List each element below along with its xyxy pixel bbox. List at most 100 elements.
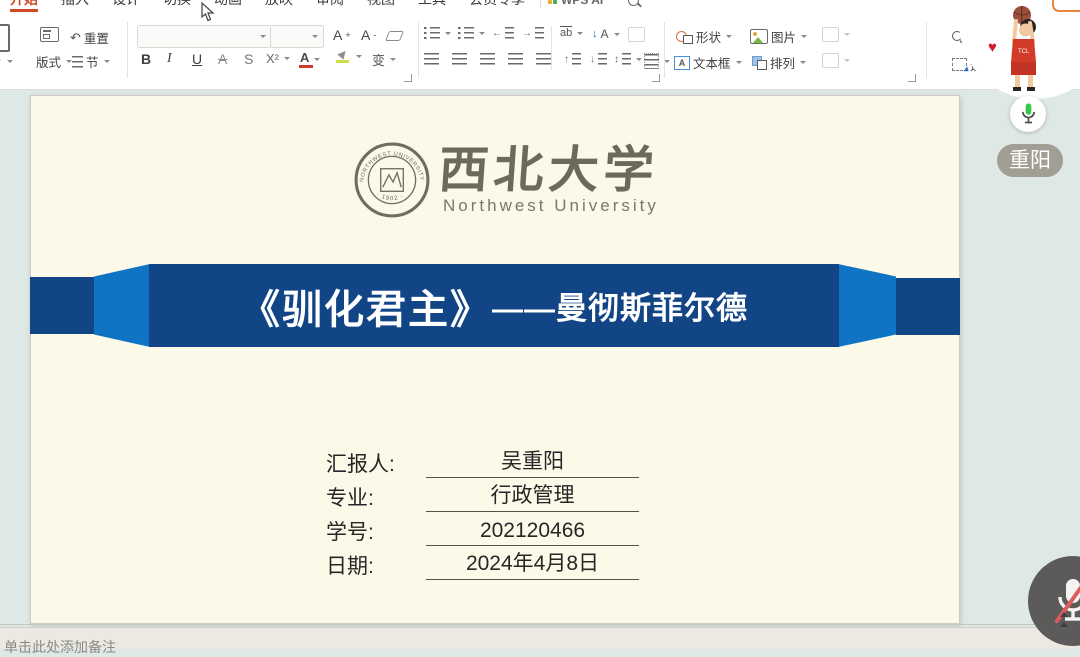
microphone-button[interactable]	[1010, 96, 1046, 132]
picture-button[interactable]: 图片	[750, 27, 807, 46]
group-divider	[418, 22, 419, 78]
distribute-button[interactable]	[536, 53, 551, 65]
info-label: 汇报人:	[326, 448, 426, 478]
slide-layout-icon[interactable]	[40, 27, 59, 42]
notes-splitter[interactable]	[0, 624, 1080, 625]
decrease-indent-button[interactable]: ←	[492, 27, 514, 39]
highlight-button[interactable]	[336, 50, 362, 63]
info-value: 2024年4月8日	[426, 547, 639, 580]
increase-font-button[interactable]: A+	[333, 27, 351, 43]
title-banner[interactable]: 《驯化君主》 ——曼彻斯菲尔德	[149, 264, 839, 347]
wps-ai-label: WPS AI	[561, 0, 603, 7]
textbox-button[interactable]: A 文本框	[674, 53, 742, 72]
search-icon[interactable]	[628, 0, 639, 6]
paragraph-layout-button[interactable]	[644, 53, 670, 69]
eraser-icon	[385, 31, 404, 41]
strikethrough-button[interactable]: A	[218, 51, 227, 67]
align-left-button[interactable]	[424, 53, 439, 65]
convert-diagram-button[interactable]	[628, 27, 645, 42]
section-icon	[72, 56, 83, 68]
justify-button[interactable]	[508, 53, 523, 65]
bold-button[interactable]: B	[141, 51, 151, 67]
align-right-button[interactable]	[480, 53, 495, 65]
decrease-font-button[interactable]: A-	[361, 27, 376, 43]
info-row: 学号: 202120466	[326, 512, 639, 546]
italic-button[interactable]: I	[167, 51, 172, 67]
wps-ai-button[interactable]: WPS AI	[548, 0, 603, 9]
font-color-button[interactable]: A	[300, 50, 320, 68]
font-dialog-launcher[interactable]	[404, 74, 412, 82]
text-direction-button[interactable]: ↓ A	[592, 27, 620, 41]
insert-disabled-button-1	[822, 27, 850, 42]
section-button[interactable]: 节	[72, 52, 110, 71]
slide-canvas[interactable]: NORTHWEST UNIVERSITY · XI AN · CHINA · 1…	[30, 95, 960, 624]
shapes-button[interactable]: 形状	[676, 27, 732, 46]
picture-label: 图片	[771, 27, 796, 46]
text-shadow-button[interactable]: S	[244, 51, 253, 67]
align-right-icon	[480, 53, 495, 65]
new-slide-icon[interactable]	[0, 24, 10, 52]
banner-left-tail	[30, 277, 95, 334]
collapse-chevron-icon[interactable]	[1060, 612, 1068, 617]
superscript-button[interactable]: X²	[266, 51, 290, 66]
collapse-chevron-icon[interactable]	[1060, 622, 1068, 627]
participant-avatar: ♥ TCL	[986, 4, 1052, 94]
line-spacing-button[interactable]: ↕	[614, 53, 642, 65]
bullets-button[interactable]	[424, 27, 451, 39]
banner-right-tail	[896, 278, 960, 335]
text-effects-button[interactable]: 变	[372, 50, 396, 69]
tab-insert[interactable]: 插入	[61, 0, 89, 9]
tab-home[interactable]: 开始	[10, 0, 38, 12]
new-slide-glyph	[0, 24, 10, 52]
svg-text:TCL: TCL	[1018, 49, 1030, 55]
presenter-info-block[interactable]: 汇报人: 吴重阳 专业: 行政管理 学号: 202120466 日期: 2024…	[326, 444, 639, 580]
tab-transitions[interactable]: 切换	[163, 0, 191, 9]
ribbon-header: 开始 插入 设计 切换 动画 放映 审阅 视图 工具 会员专享 WPS AI 幻…	[0, 0, 1080, 90]
tab-slideshow[interactable]: 放映	[265, 0, 293, 9]
align-center-button[interactable]	[452, 53, 467, 65]
corner-cut-button[interactable]	[1052, 0, 1080, 12]
font-size-select[interactable]	[270, 25, 324, 48]
font-name-select[interactable]	[137, 25, 272, 48]
notes-pane[interactable]: 单击此处添加备注	[0, 627, 1080, 649]
university-seal-logo: NORTHWEST UNIVERSITY · XI AN · CHINA · 1…	[353, 141, 431, 219]
increase-spacing-button[interactable]: ↑	[564, 53, 581, 65]
participant-name-badge: 重阳	[997, 144, 1063, 177]
ribbon-tab-bar: 开始 插入 设计 切换 动画 放映 审阅 视图 工具 会员专享	[10, 0, 525, 12]
banner-left-fold	[94, 264, 150, 347]
text-effects-icon: 变	[372, 50, 385, 69]
group-divider	[664, 22, 665, 78]
tab-design[interactable]: 设计	[112, 0, 140, 9]
tab-member[interactable]: 会员专享	[469, 0, 525, 9]
tab-view[interactable]: 视图	[367, 0, 395, 9]
sub-divider	[551, 26, 552, 70]
numbering-button[interactable]	[458, 27, 485, 39]
ab-icon: ab	[560, 27, 572, 39]
university-name-cn: 西北大学	[436, 130, 661, 202]
info-row: 汇报人: 吴重阳	[326, 444, 639, 478]
shapes-icon	[676, 30, 693, 44]
info-label: 学号:	[326, 516, 426, 546]
disabled-insert-icon	[822, 53, 839, 68]
paragraph-layout-icon	[644, 53, 659, 69]
group-divider	[926, 22, 927, 78]
svg-text:♥: ♥	[988, 39, 997, 56]
layout-button[interactable]: 版式	[36, 52, 72, 71]
character-border-button[interactable]: ab	[560, 27, 583, 39]
clear-format-button[interactable]	[387, 31, 402, 41]
reset-label: 重置	[84, 28, 109, 47]
tab-review[interactable]: 审阅	[316, 0, 344, 9]
microphone-icon	[1020, 102, 1037, 126]
underline-button[interactable]: U	[192, 51, 202, 67]
info-value: 吴重阳	[426, 445, 639, 478]
increase-indent-button[interactable]: →	[522, 27, 544, 39]
decrease-spacing-button[interactable]: ↓	[590, 53, 607, 65]
tab-tools[interactable]: 工具	[418, 0, 446, 9]
reset-button[interactable]: ↶ 重置	[70, 28, 109, 47]
insert-dialog-launcher[interactable]	[908, 74, 916, 82]
tab-animations[interactable]: 动画	[214, 0, 242, 9]
paragraph-dialog-launcher[interactable]	[652, 74, 660, 82]
new-slide-button[interactable]: 幻灯片	[0, 52, 13, 71]
slide-title-author: ——曼彻斯菲尔德	[492, 283, 748, 328]
arrange-button[interactable]: 排列	[752, 53, 806, 72]
